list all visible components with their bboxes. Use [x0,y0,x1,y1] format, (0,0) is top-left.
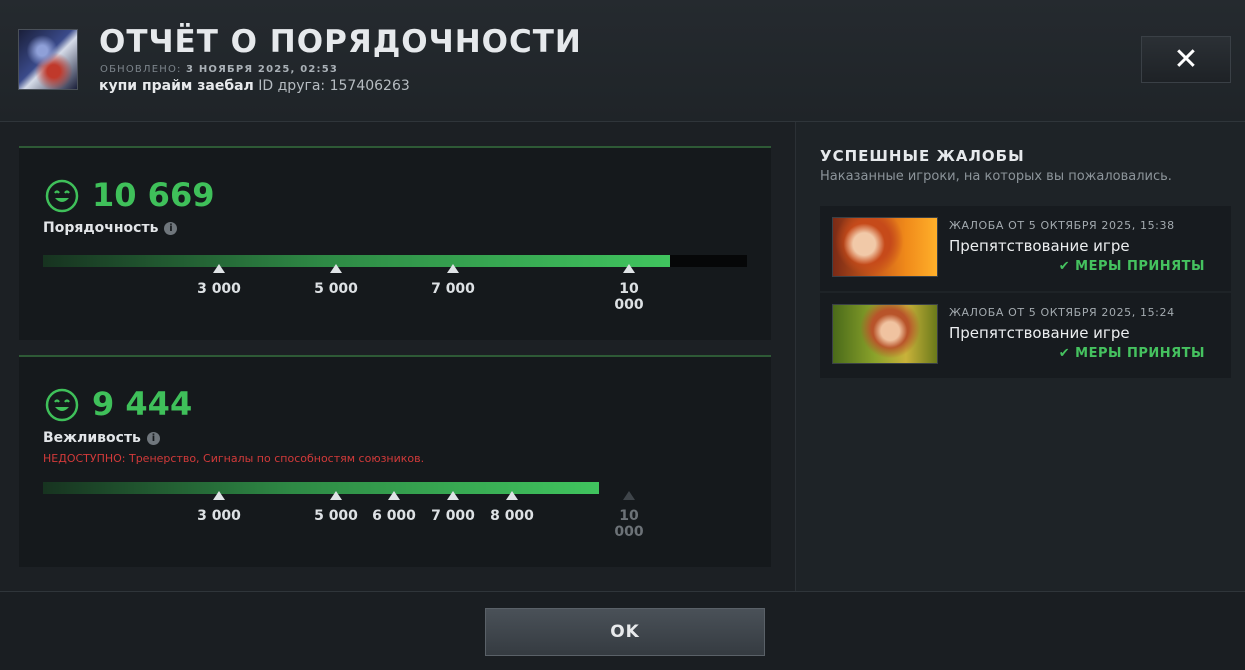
tick-label: 7 000 [431,508,475,524]
tick-marker [623,264,635,273]
checkmark-icon: ✔ [1058,346,1071,361]
friend-id: 157406263 [329,78,410,94]
tick-marker [623,491,635,500]
tick-label: 3 000 [197,508,241,524]
conduct-progress-bar [43,255,747,267]
tick-marker [388,491,400,500]
conduct-progress-fill [43,255,670,267]
tick-marker [447,491,459,500]
close-icon: ✕ [1173,42,1199,77]
report-item[interactable]: ЖАЛОБА ОТ 5 ОКТЯБРЯ 2025, 15:24 Препятст… [820,293,1231,378]
user-info: купи прайм заебал ID друга: 157406263 [99,78,410,94]
tick-label: 5 000 [314,508,358,524]
report-status: ✔ МЕРЫ ПРИНЯТЫ [1059,346,1205,361]
updated-label: ОБНОВЛЕНО: [100,64,182,75]
checkmark-icon: ✔ [1058,259,1071,274]
info-icon[interactable]: i [146,432,160,445]
reports-title: УСПЕШНЫЕ ЖАЛОБЫ [820,147,1025,165]
tick-label: 3 000 [197,281,241,297]
updated-timestamp: ОБНОВЛЕНО: 3 НОЯБРЯ 2025, 02:53 [100,64,338,75]
friend-id-label: ID друга: [258,78,326,94]
conduct-score: 10 669 [92,176,215,214]
report-item[interactable]: ЖАЛОБА ОТ 5 ОКТЯБРЯ 2025, 15:38 Препятст… [820,206,1231,291]
report-status: ✔ МЕРЫ ПРИНЯТЫ [1059,259,1205,274]
tick-label: 5 000 [314,281,358,297]
hero-portrait [832,217,938,277]
unavailable-notice: НЕДОСТУПНО: Тренерство, Сигналы по спосо… [43,452,425,465]
reports-subtitle: Наказанные игроки, на которых вы пожалов… [820,169,1172,184]
tick-marker [213,491,225,500]
tick-label: 10 000 [614,281,644,313]
tick-label: 10 000 [614,508,644,540]
info-icon[interactable]: i [164,222,178,235]
tick-marker [330,264,342,273]
header: ОТЧЁТ О ПОРЯДОЧНОСТИ ОБНОВЛЕНО: 3 НОЯБРЯ… [0,0,1245,122]
hero-portrait [832,304,938,364]
report-reason: Препятствование игре [949,324,1130,342]
behavior-label-row: Вежливость i [43,430,160,446]
behavior-label: Вежливость [43,430,141,446]
tick-marker [447,264,459,273]
tick-label: 6 000 [372,508,416,524]
report-status-label: МЕРЫ ПРИНЯТЫ [1075,259,1205,274]
report-date: ЖАЛОБА ОТ 5 ОКТЯБРЯ 2025, 15:38 [949,219,1175,232]
tick-label: 7 000 [431,281,475,297]
report-reason: Препятствование игре [949,237,1130,255]
conduct-label-row: Порядочность i [43,220,178,236]
tick-marker [330,491,342,500]
smiley-icon [45,179,79,213]
updated-value: 3 НОЯБРЯ 2025, 02:53 [185,64,339,75]
behavior-score: 9 444 [92,385,193,423]
report-date: ЖАЛОБА ОТ 5 ОКТЯБРЯ 2025, 15:24 [949,306,1175,319]
conduct-label: Порядочность [43,220,159,236]
close-button[interactable]: ✕ [1141,36,1231,83]
avatar [18,29,78,90]
smiley-icon [45,388,79,422]
ok-button[interactable]: OK [485,608,765,656]
tick-marker [213,264,225,273]
tick-marker [506,491,518,500]
page-title: ОТЧЁТ О ПОРЯДОЧНОСТИ [99,24,582,60]
report-status-label: МЕРЫ ПРИНЯТЫ [1075,346,1205,361]
username: купи прайм заебал [99,78,254,94]
tick-label: 8 000 [490,508,534,524]
